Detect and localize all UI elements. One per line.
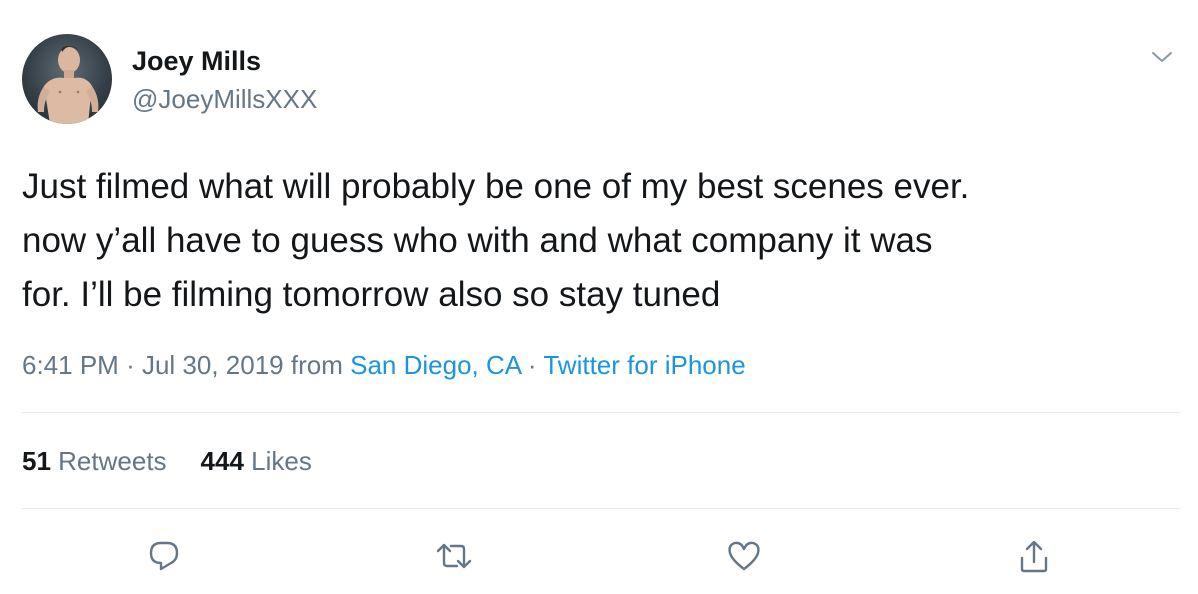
avatar[interactable] <box>22 34 112 124</box>
meta-separator: · <box>126 350 135 380</box>
from-label: from <box>290 350 343 380</box>
location-link[interactable]: San Diego, CA <box>350 350 521 380</box>
like-button[interactable] <box>722 534 766 578</box>
user-handle[interactable]: @JoeyMillsXXX <box>132 84 317 115</box>
tweet-text-line: for. I’ll be filming tomorrow also so st… <box>22 275 721 314</box>
retweets-label: Retweets <box>58 446 167 476</box>
tweet-text-line: now y’all have to guess who with and wha… <box>22 221 933 260</box>
user-display-name[interactable]: Joey Mills <box>132 46 261 77</box>
tweet-meta: 6:41 PM · Jul 30, 2019 from San Diego, C… <box>22 350 746 381</box>
tweet-menu-button[interactable] <box>1150 48 1174 66</box>
tweet-text: Just filmed what will probably be one of… <box>22 160 1182 322</box>
profile-photo-icon <box>37 46 99 124</box>
source-link[interactable]: Twitter for iPhone <box>543 350 745 380</box>
likes-count: 444 <box>200 446 244 476</box>
tweet-date[interactable]: Jul 30, 2019 <box>142 350 284 380</box>
share-button[interactable] <box>1012 534 1056 578</box>
tweet-text-line: Just filmed what will probably be one of… <box>22 167 970 206</box>
tweet-time[interactable]: 6:41 PM <box>22 350 119 380</box>
share-icon <box>1020 540 1048 573</box>
retweets-count: 51 <box>22 446 51 476</box>
divider <box>22 508 1180 509</box>
reply-icon <box>149 541 179 571</box>
heart-icon <box>728 541 760 571</box>
chevron-down-icon <box>1152 52 1172 62</box>
retweet-button[interactable] <box>432 534 476 578</box>
likes-stat[interactable]: 444 Likes <box>201 446 312 476</box>
retweet-icon <box>436 543 472 569</box>
tweet-stats: 51 Retweets 444 Likes <box>22 446 312 477</box>
tweet-card: Joey Mills @JoeyMillsXXX Just filmed wha… <box>0 0 1198 594</box>
likes-label: Likes <box>251 446 312 476</box>
reply-button[interactable] <box>142 534 186 578</box>
divider <box>22 412 1180 413</box>
retweets-stat[interactable]: 51 Retweets <box>22 446 167 476</box>
meta-separator: · <box>527 350 537 380</box>
